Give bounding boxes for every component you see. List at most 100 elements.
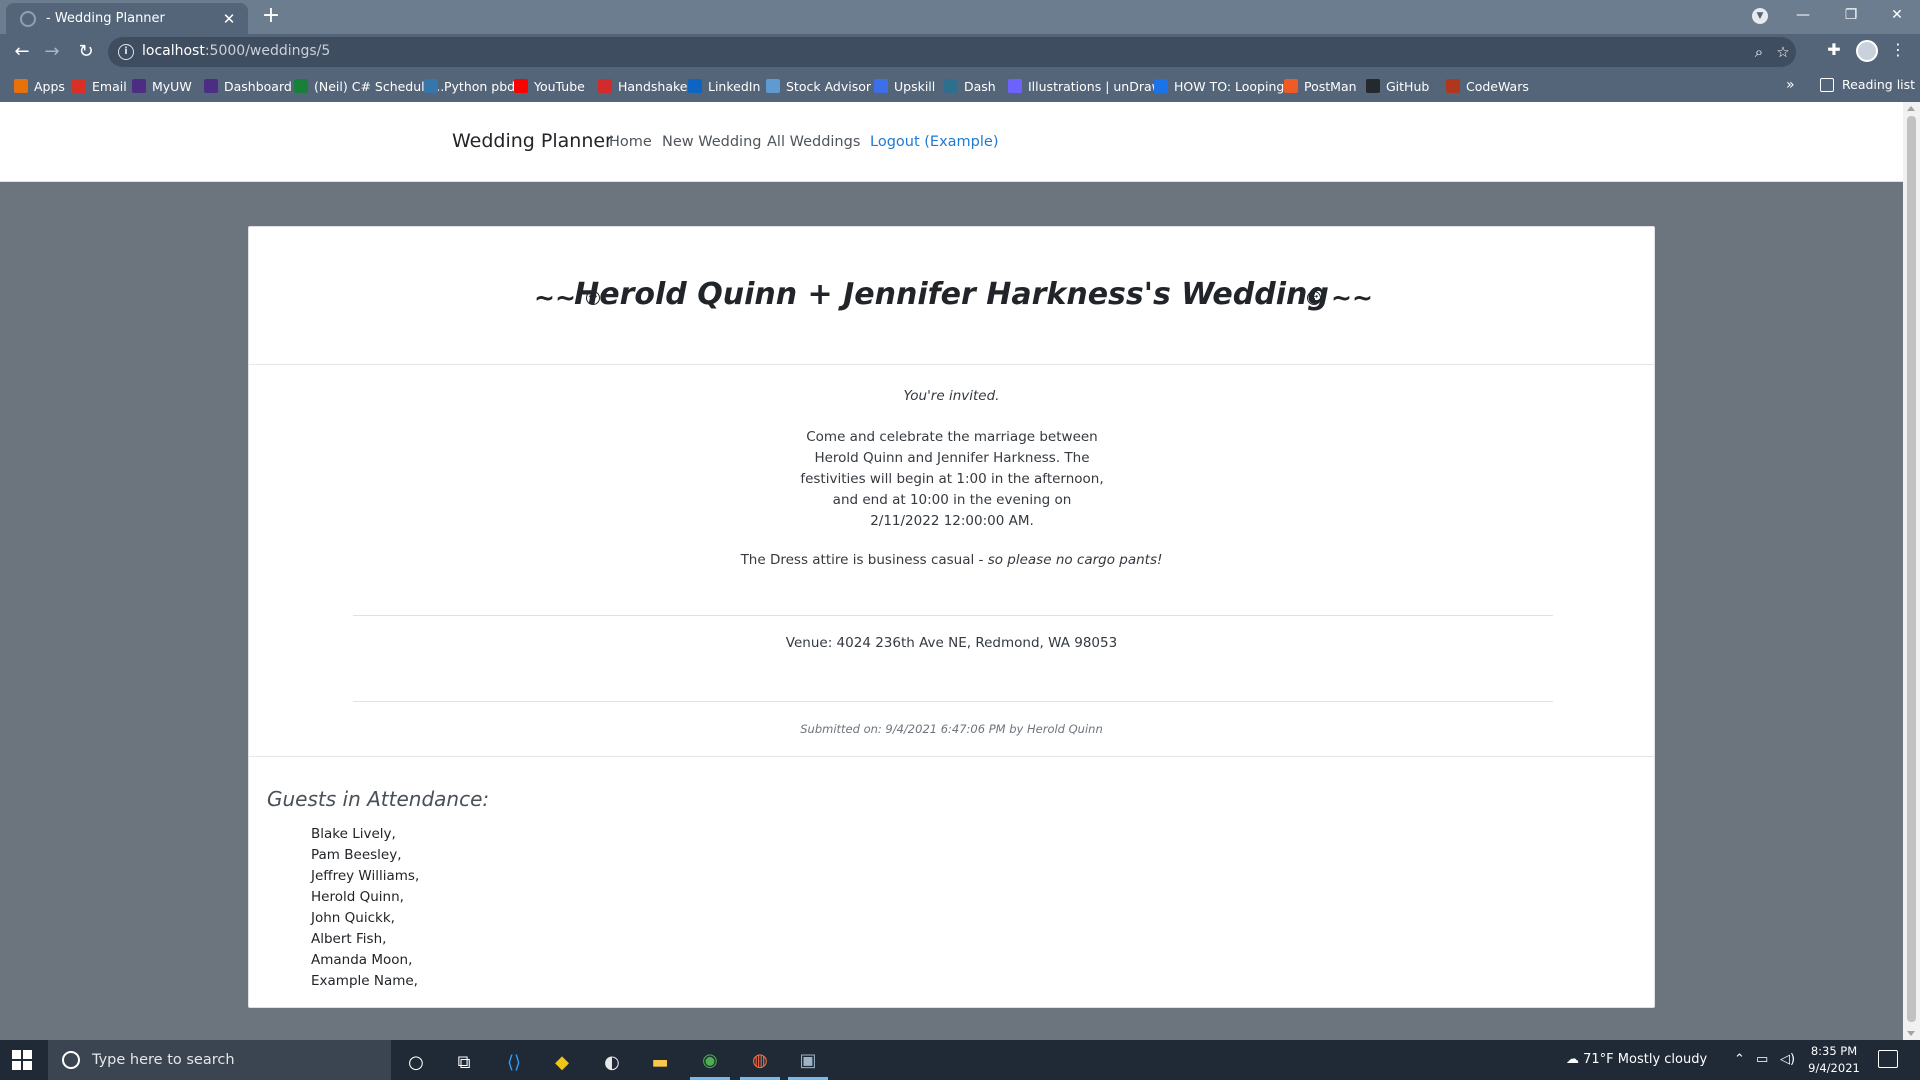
terminal-app-icon[interactable]: ▣ <box>788 1044 828 1080</box>
scroll-up-icon[interactable] <box>1907 106 1915 111</box>
forward-arrow-icon[interactable]: → <box>38 38 66 66</box>
git-kraken-icon[interactable]: ◆ <box>542 1044 582 1080</box>
bookmark-item[interactable]: GitHub <box>1366 77 1429 95</box>
reading-list-label: Reading list <box>1842 77 1916 92</box>
close-window-button[interactable]: ✕ <box>1874 0 1920 30</box>
nav-logout-link[interactable]: Logout (Example) <box>870 134 998 150</box>
guest-item: Jeffrey Williams, <box>311 868 420 884</box>
bookmark-item[interactable]: Illustrations | unDraw <box>1008 77 1162 95</box>
undraw-icon <box>1008 79 1022 93</box>
scrollbar-thumb[interactable] <box>1907 116 1916 1022</box>
bookmark-item[interactable]: PostMan <box>1284 77 1357 95</box>
bookmark-item[interactable]: Apps <box>14 77 65 95</box>
linkedin-icon <box>688 79 702 93</box>
cloud-icon: ☁ <box>1566 1052 1584 1067</box>
guest-item: Albert Fish, <box>311 931 387 947</box>
fool-icon <box>766 79 780 93</box>
bookmark-item[interactable]: HOW TO: Looping... <box>1154 77 1296 95</box>
guest-item: Pam Beesley, <box>311 847 402 863</box>
site-navbar: Wedding Planner Home New Wedding All Wed… <box>0 102 1903 182</box>
app-icon[interactable]: ◐ <box>592 1044 632 1080</box>
invited-text: You're invited. <box>903 388 1000 404</box>
browser-toolbar: ← → ↻ i localhost:5000/weddings/5 ⌕ ☆ <box>0 34 1920 70</box>
bookmark-label: Upskill <box>894 78 936 94</box>
site-info-icon[interactable]: i <box>118 44 134 60</box>
scroll-down-icon[interactable] <box>1907 1031 1915 1036</box>
guest-item: Blake Lively, <box>311 826 396 842</box>
network-icon[interactable]: ▭ <box>1756 1052 1768 1067</box>
tab-close-icon[interactable]: ✕ <box>220 10 238 28</box>
windows-start-icon[interactable] <box>12 1050 32 1070</box>
bookmark-item[interactable]: Email <box>72 77 127 95</box>
menu-kebab-icon[interactable]: ⋮ <box>1886 38 1910 62</box>
doc-icon <box>1154 79 1168 93</box>
zoom-icon[interactable]: ⌕ <box>1748 41 1770 63</box>
bookmark-item[interactable]: Dashboard <box>204 77 292 95</box>
cortana-icon[interactable]: ○ <box>396 1044 436 1080</box>
card-body: You're invited. Come and celebrate the m… <box>249 365 1654 757</box>
browser-tab[interactable]: - Wedding Planner ✕ <box>6 3 248 34</box>
bookmark-label: YouTube <box>534 78 585 94</box>
bookmark-item[interactable]: MyUW <box>132 77 192 95</box>
postman-app-icon[interactable]: ◍ <box>740 1044 780 1080</box>
bookmark-label: Email <box>92 78 127 94</box>
clock-date: 9/4/2021 <box>1808 1061 1860 1075</box>
bookmark-item[interactable]: (Neil) C# Schedule... <box>294 77 444 95</box>
restore-button[interactable]: ❐ <box>1828 0 1874 30</box>
bookmark-item[interactable]: Python pbd <box>424 77 515 95</box>
volume-icon[interactable]: ◁) <box>1780 1052 1795 1067</box>
bookmark-item[interactable]: Dash <box>944 77 996 95</box>
attire-prefix: The Dress attire is business casual - <box>740 552 988 568</box>
chrome-icon[interactable]: ◉ <box>690 1044 730 1080</box>
weather-widget[interactable]: ☁ 71°F Mostly cloudy <box>1566 1052 1707 1067</box>
tray-chevron-icon[interactable]: ⌃ <box>1734 1052 1745 1067</box>
new-tab-button[interactable]: + <box>258 4 284 30</box>
bookmark-item[interactable]: YouTube <box>514 77 585 95</box>
bookmarks-overflow-icon[interactable]: » <box>1786 77 1795 93</box>
bookmark-label: Stock Advisor <box>786 78 872 94</box>
guests-heading: Guests in Attendance: <box>267 787 490 811</box>
task-view-icon[interactable]: ⧉ <box>444 1044 484 1080</box>
nav-all-weddings-link[interactable]: All Weddings <box>767 134 860 150</box>
reading-list-icon <box>1820 77 1834 92</box>
address-bar[interactable]: i localhost:5000/weddings/5 ⌕ ☆ <box>108 37 1796 67</box>
attire-note: so please no cargo pants! <box>987 552 1163 568</box>
card-header: ~~ ✣ Herold Quinn + Jennifer Harkness's … <box>249 227 1654 365</box>
profile-avatar[interactable] <box>1856 40 1878 62</box>
reload-icon[interactable]: ↻ <box>72 38 100 66</box>
nav-home-link[interactable]: Home <box>609 134 652 150</box>
handshake-icon <box>598 79 612 93</box>
reading-list-button[interactable]: Reading list <box>1820 77 1915 92</box>
navbar-brand[interactable]: Wedding Planner <box>452 130 613 152</box>
dress-attire-text: The Dress attire is business casual - so… <box>249 552 1654 568</box>
bookmark-label: HOW TO: Looping... <box>1174 78 1297 94</box>
bookmark-item[interactable]: CodeWars <box>1446 77 1529 95</box>
tab-search-icon[interactable]: ▼ <box>1752 8 1768 24</box>
bookmark-item[interactable]: LinkedIn <box>688 77 760 95</box>
divider <box>353 701 1553 702</box>
windows-taskbar: Type here to search ○ ⧉ ⟨⟩ ◆ ◐ ▬ ◉ ◍ ▣ ☁… <box>0 1040 1920 1080</box>
url-text[interactable]: localhost:5000/weddings/5 <box>142 43 330 59</box>
guest-item: Example Name, <box>311 973 418 989</box>
wedding-description: Come and celebrate the marriage between … <box>800 429 1104 529</box>
minimize-button[interactable]: — <box>1780 0 1826 30</box>
taskbar-search-box[interactable]: Type here to search <box>48 1040 391 1080</box>
nav-new-wedding-link[interactable]: New Wedding <box>662 134 761 150</box>
bookmark-star-icon[interactable]: ☆ <box>1772 41 1794 63</box>
file-explorer-icon[interactable]: ▬ <box>640 1044 680 1080</box>
bookmark-item[interactable]: Upskill <box>874 77 935 95</box>
vscode-icon[interactable]: ⟨⟩ <box>494 1044 534 1080</box>
bookmark-label: MyUW <box>152 78 192 94</box>
tab-favicon-icon <box>20 10 36 27</box>
bookmark-item[interactable]: Stock Advisor <box>766 77 871 95</box>
page-scrollbar[interactable] <box>1903 102 1920 1040</box>
extensions-icon[interactable]: ✚ <box>1822 38 1846 62</box>
title-decoration-right: ✣ ~~ <box>1307 283 1373 312</box>
tab-strip: - Wedding Planner ✕ + ▼ — ❐ ✕ <box>0 0 1920 34</box>
bookmark-label: Dashboard <box>224 78 292 94</box>
bookmark-label: Python pbd <box>444 78 516 94</box>
taskbar-clock[interactable]: 8:35 PM 9/4/2021 <box>1804 1043 1864 1077</box>
back-arrow-icon[interactable]: ← <box>8 38 36 66</box>
notification-icon[interactable] <box>1878 1050 1898 1068</box>
bookmark-item[interactable]: Handshake <box>598 77 688 95</box>
